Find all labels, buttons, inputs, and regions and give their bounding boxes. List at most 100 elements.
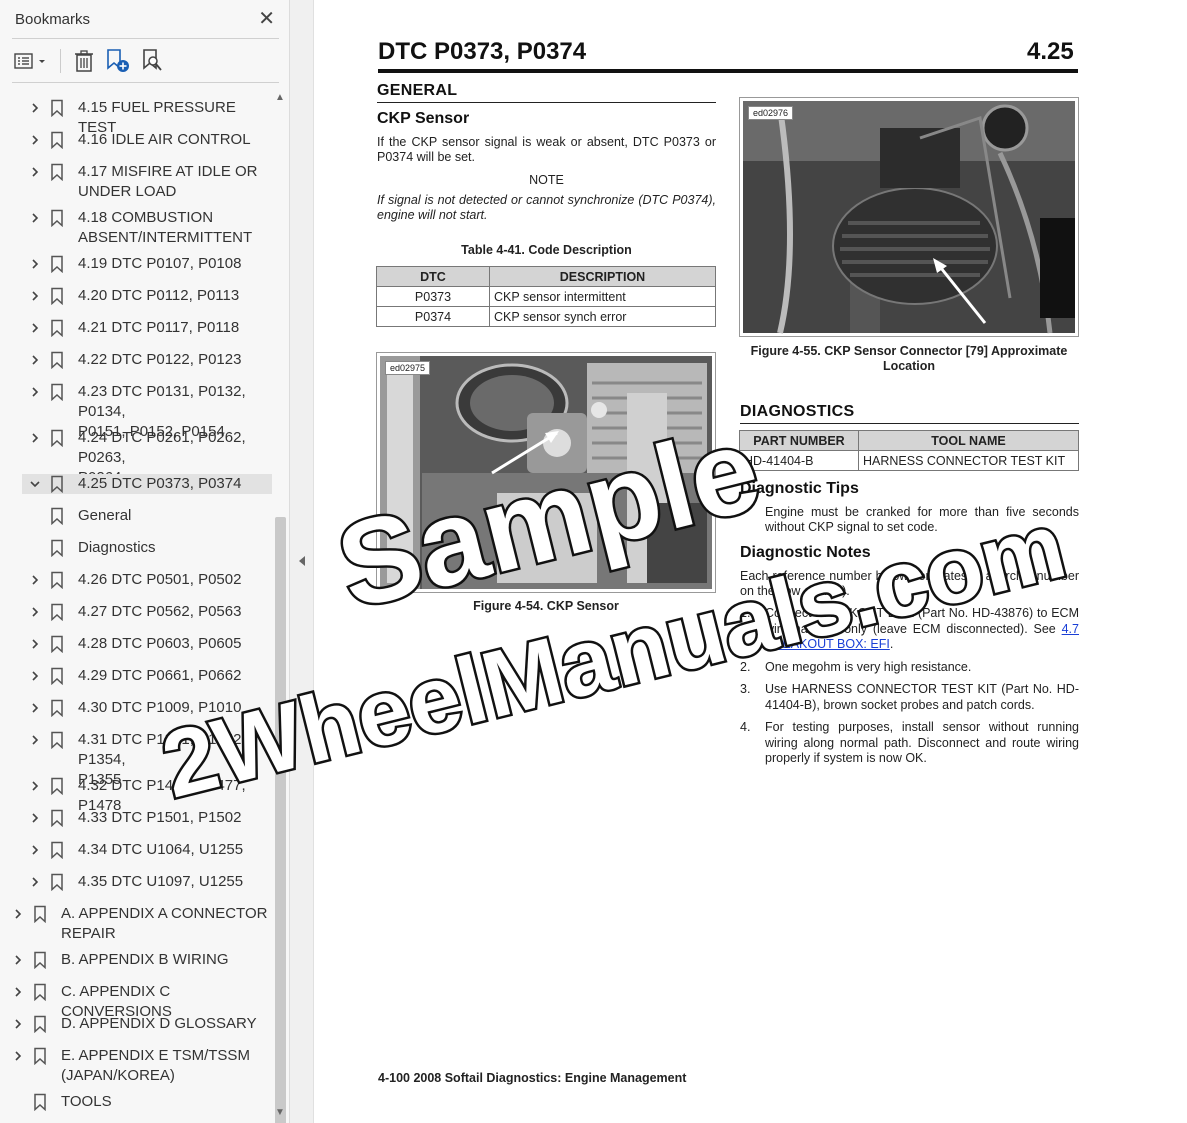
bookmark-item[interactable]: General xyxy=(44,506,131,526)
chevron-right-icon[interactable] xyxy=(26,350,44,370)
bookmark-item[interactable]: D. APPENDIX D GLOSSARY xyxy=(9,1014,257,1034)
chevron-down-icon[interactable] xyxy=(26,474,44,494)
bookmark-item[interactable]: A. APPENDIX A CONNECTOR REPAIR xyxy=(9,904,267,944)
chevron-right-icon[interactable] xyxy=(26,162,44,182)
scroll-down-arrow[interactable]: ▼ xyxy=(275,1107,285,1118)
bookmark-icon xyxy=(48,506,66,526)
bookmark-item[interactable]: 4.27 DTC P0562, P0563 xyxy=(26,602,241,622)
table-caption: Table 4-41. Code Description xyxy=(461,243,632,257)
bookmark-item[interactable]: 4.29 DTC P0661, P0662 xyxy=(26,666,241,686)
notes-intro: Each reference number below correlates t… xyxy=(740,569,1079,598)
panel-splitter[interactable] xyxy=(290,0,314,1123)
chevron-right-icon[interactable] xyxy=(9,982,27,1002)
chevron-right-icon[interactable] xyxy=(26,634,44,654)
bookmark-item[interactable]: 4.33 DTC P1501, P1502 xyxy=(26,808,241,828)
chevron-right-icon[interactable] xyxy=(26,730,44,750)
bookmark-label: 4.25 DTC P0373, P0374 xyxy=(78,475,242,492)
divider xyxy=(12,82,279,83)
close-icon[interactable]: ✕ xyxy=(258,9,275,29)
bookmark-label: 4.16 IDLE AIR CONTROL xyxy=(78,131,251,148)
bookmark-icon xyxy=(48,602,66,622)
tip-text: Engine must be cranked for more than fiv… xyxy=(765,505,1079,534)
bookmark-item[interactable]: 4.21 DTC P0117, P0118 xyxy=(26,318,239,338)
bookmark-item[interactable]: Diagnostics xyxy=(44,538,156,558)
bookmark-item[interactable]: E. APPENDIX E TSM/TSSM (JAPAN/KOREA) xyxy=(9,1046,250,1086)
chevron-right-icon[interactable] xyxy=(26,570,44,590)
chevron-right-icon[interactable] xyxy=(9,1014,27,1034)
step-number: 2. xyxy=(740,659,751,674)
bookmark-icon xyxy=(48,872,66,892)
chevron-right-icon[interactable] xyxy=(26,840,44,860)
step-text: Use HARNESS CONNECTOR TEST KIT (Part No.… xyxy=(765,682,1079,712)
figure-4-55-frame: ed02976 xyxy=(739,97,1079,337)
bookmark-item[interactable]: 4.30 DTC P1009, P1010 xyxy=(26,698,241,718)
bookmark-item[interactable]: 4.19 DTC P0107, P0108 xyxy=(26,254,241,274)
diagnostic-notes-heading: Diagnostic Notes xyxy=(740,544,871,561)
chevron-right-icon[interactable] xyxy=(26,666,44,686)
bookmark-label: 4.22 DTC P0122, P0123 xyxy=(78,351,242,368)
trash-icon xyxy=(75,50,93,72)
ckp-connector-photo xyxy=(743,101,1075,334)
bookmark-item[interactable]: 4.26 DTC P0501, P0502 xyxy=(26,570,241,590)
collapse-panel-icon[interactable] xyxy=(298,555,306,567)
section-number: 4.25 xyxy=(1027,38,1074,65)
bookmark-item[interactable]: TOOLS xyxy=(9,1092,112,1112)
bookmark-label: 4.34 DTC U1064, U1255 xyxy=(78,841,244,858)
scrollbar-thumb[interactable] xyxy=(275,517,286,1123)
bookmark-item[interactable]: 4.17 MISFIRE AT IDLE OR UNDER LOAD xyxy=(26,162,258,202)
bookmark-item[interactable]: 4.25 DTC P0373, P0374 xyxy=(22,474,272,494)
bookmark-item[interactable]: 4.34 DTC U1064, U1255 xyxy=(26,840,243,860)
bookmark-label: 4.33 DTC P1501, P1502 xyxy=(78,809,242,826)
chevron-right-icon[interactable] xyxy=(26,130,44,150)
chevron-right-icon[interactable] xyxy=(26,776,44,796)
chevron-right-icon[interactable] xyxy=(26,382,44,402)
bookmark-label: 4.30 DTC P1009, P1010 xyxy=(78,699,242,716)
delete-bookmark-button[interactable] xyxy=(73,47,95,75)
table-cell: CKP sensor synch error xyxy=(489,306,716,327)
bookmark-icon xyxy=(48,208,66,228)
divider xyxy=(12,38,279,39)
bookmark-label-line: 4.31 DTC P1351, P1352, P1354, xyxy=(78,731,246,768)
ckp-sensor-heading: CKP Sensor xyxy=(377,110,470,127)
chevron-right-icon[interactable] xyxy=(26,254,44,274)
chevron-right-icon[interactable] xyxy=(26,872,44,892)
chevron-right-icon[interactable] xyxy=(26,98,44,118)
title-rule xyxy=(378,69,1078,73)
chevron-right-icon[interactable] xyxy=(26,318,44,338)
bookmark-item[interactable]: 4.22 DTC P0122, P0123 xyxy=(26,350,241,370)
bookmark-item[interactable]: 4.16 IDLE AIR CONTROL xyxy=(26,130,251,150)
bookmark-item[interactable]: B. APPENDIX B WIRING xyxy=(9,950,229,970)
bookmark-icon xyxy=(48,350,66,370)
chevron-right-icon[interactable] xyxy=(26,808,44,828)
step-text: One megohm is very high resistance. xyxy=(765,659,972,674)
bookmark-label: General xyxy=(78,507,132,524)
bookmark-label: 4.20 DTC P0112, P0113 xyxy=(78,287,240,304)
chevron-right-icon[interactable] xyxy=(26,698,44,718)
chevron-right-icon[interactable] xyxy=(26,428,44,448)
sidebar-scrollbar[interactable]: ▲ ▼ xyxy=(272,90,288,1123)
chevron-right-icon[interactable] xyxy=(9,1046,27,1066)
options-menu-button[interactable] xyxy=(12,47,48,75)
bookmark-item[interactable]: 4.20 DTC P0112, P0113 xyxy=(26,286,239,306)
figure-4-54-caption: Figure 4-54. CKP Sensor xyxy=(473,599,619,613)
page-footer: 4-100 2008 Softail Diagnostics: Engine M… xyxy=(378,1071,687,1085)
scroll-up-arrow[interactable]: ▲ xyxy=(275,92,285,103)
chevron-right-icon[interactable] xyxy=(9,950,27,970)
step-number: 3. xyxy=(740,682,751,696)
step-text: For testing purposes, install sensor wit… xyxy=(765,720,1079,765)
bookmark-icon xyxy=(48,570,66,590)
add-bookmark-button[interactable] xyxy=(105,47,131,75)
step-text-end: . xyxy=(889,637,894,651)
bookmark-item[interactable]: 4.18 COMBUSTION ABSENT/INTERMITTENT xyxy=(26,208,252,248)
chevron-right-icon[interactable] xyxy=(9,904,27,924)
bookmark-item[interactable]: 4.28 DTC P0603, P0605 xyxy=(26,634,241,654)
figure-tag: ed02976 xyxy=(748,106,794,120)
bookmark-item[interactable]: 4.35 DTC U1097, U1255 xyxy=(26,872,243,892)
chevron-right-icon[interactable] xyxy=(26,602,44,622)
figure-tag: ed02975 xyxy=(385,361,431,375)
bookmark-icon xyxy=(48,840,66,860)
chevron-right-icon[interactable] xyxy=(26,286,44,306)
toolbar-separator xyxy=(60,49,61,73)
search-bookmark-button[interactable] xyxy=(141,47,165,75)
chevron-right-icon[interactable] xyxy=(26,208,44,228)
